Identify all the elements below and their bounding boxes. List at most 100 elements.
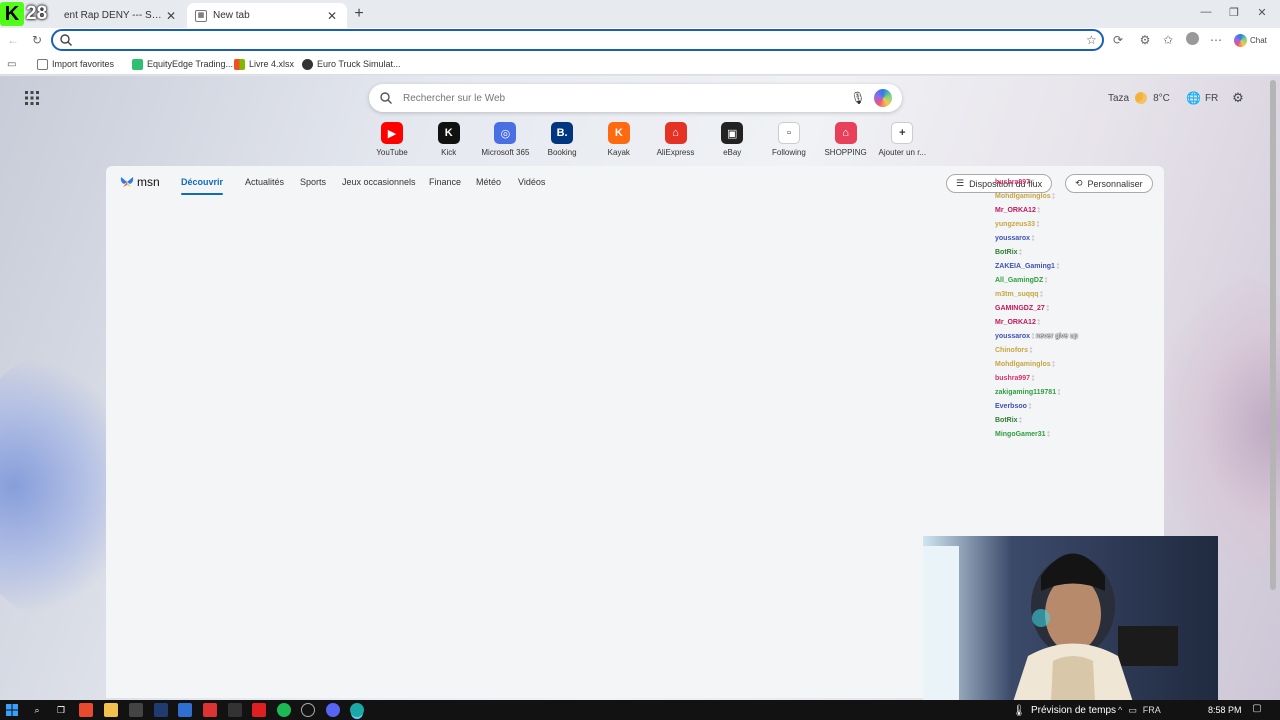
quick-link-following[interactable]: ▫ Following — [763, 122, 815, 162]
copilot-button[interactable]: Chat — [1234, 32, 1267, 48]
web-search-box[interactable]: 🎙 — [369, 84, 902, 112]
msn-tab-sports[interactable]: Sports — [300, 177, 326, 191]
quick-link-kayak[interactable]: K Kayak — [593, 122, 645, 162]
favorite-star-icon[interactable]: ☆ — [1086, 33, 1102, 47]
quick-link-shopping[interactable]: ⌂ SHOPPING — [820, 122, 872, 162]
chevron-up-icon[interactable]: ^ — [1118, 705, 1122, 715]
quick-link-label: SHOPPING — [824, 148, 867, 157]
taskbar-app-icon[interactable] — [79, 703, 93, 717]
extensions-icon[interactable]: ⚙ — [1137, 32, 1153, 48]
back-icon[interactable]: ← — [5, 32, 21, 48]
taskbar-app-icon[interactable] — [252, 703, 266, 717]
weather-widget[interactable]: Taza 8°C — [1108, 90, 1170, 106]
favorite-label: EquityEdge Trading... — [147, 59, 234, 69]
shopping-icon: ⌂ — [834, 122, 857, 144]
task-view-icon[interactable]: ❐ — [54, 703, 68, 717]
chat-username: yungzeus33 — [995, 221, 1036, 228]
favorite-label: Livre 4.xlsx — [249, 59, 295, 69]
minimize-icon[interactable]: — — [1196, 6, 1216, 22]
close-tab-icon[interactable]: ✕ — [164, 9, 178, 23]
new-tab-button[interactable]: + — [350, 5, 368, 23]
windows-start-icon[interactable] — [6, 704, 18, 716]
chat-username: youssarox — [995, 235, 1031, 242]
msn-tab-actualites[interactable]: Actualités — [245, 177, 284, 191]
address-input[interactable] — [79, 34, 1086, 46]
copilot-icon — [1234, 33, 1247, 47]
quick-link-kick[interactable]: K Kick — [423, 122, 475, 162]
tray-app-icon[interactable]: ▭ — [1128, 705, 1137, 716]
globe-icon: 🌐 — [1186, 91, 1201, 105]
system-tray: ^ ▭ FRA — [1118, 703, 1161, 717]
split-screen-icon[interactable]: ⟳ — [1110, 32, 1126, 48]
webcam-overlay — [923, 536, 1218, 702]
scrollbar-thumb[interactable] — [1270, 80, 1276, 590]
chat-username: Mr_ORKA12 — [995, 319, 1036, 326]
taskbar-app-icon[interactable] — [154, 703, 168, 717]
discord-icon[interactable] — [326, 703, 340, 717]
chat-message: bushra997 : — [995, 176, 1280, 190]
refresh-icon[interactable]: ↻ — [29, 32, 45, 48]
chat-message: Mr_ORKA12 : — [995, 316, 1280, 330]
chat-message: BotRix : — [995, 246, 1280, 260]
profile-avatar[interactable] — [1184, 32, 1200, 48]
msn-logo[interactable]: msn — [120, 174, 160, 190]
copilot-icon[interactable] — [874, 89, 892, 107]
quick-link-youtube[interactable]: ▶ YouTube — [366, 122, 418, 162]
tab-streamers[interactable]: ent Rap DENY --- Streamers rea ✕ — [56, 3, 186, 28]
quick-link-booking[interactable]: B. Booking — [536, 122, 588, 162]
language-selector[interactable]: 🌐 FR — [1186, 90, 1218, 106]
taskbar-app-icon[interactable] — [301, 703, 315, 717]
microphone-icon[interactable]: 🎙 — [850, 91, 866, 105]
apps-grid-icon[interactable] — [24, 90, 40, 106]
chat-separator: : — [1035, 207, 1040, 214]
chat-message: Chinofors : — [995, 344, 1280, 358]
brave-icon[interactable] — [203, 703, 217, 717]
chat-username: zakigaming119781 — [995, 389, 1057, 396]
quick-link-microsoft-365[interactable]: ◎ Microsoft 365 — [479, 122, 531, 162]
quick-link-label: Following — [771, 148, 806, 157]
chat-username: m3tm_suqqq — [995, 291, 1039, 298]
file-explorer-icon[interactable] — [104, 703, 118, 717]
tab-new-tab[interactable]: ▦ New tab ✕ — [187, 3, 347, 28]
msn-tab-videos[interactable]: Vidéos — [518, 177, 545, 191]
msn-tab-decouvrir[interactable]: Découvrir — [181, 177, 224, 195]
mail-icon[interactable] — [178, 703, 192, 717]
taskbar-app-icon[interactable] — [228, 703, 242, 717]
edge-icon[interactable] — [350, 703, 364, 717]
favorite-livre[interactable]: Livre 4.xlsx — [234, 57, 294, 71]
notifications-icon[interactable]: ▢ — [1250, 703, 1264, 717]
msn-tab-finance[interactable]: Finance — [429, 177, 461, 191]
favorites-icon[interactable]: ✩ — [1160, 32, 1176, 48]
folder-icon — [37, 58, 48, 70]
more-menu-icon[interactable]: ⋯ — [1208, 32, 1224, 48]
close-tab-icon[interactable]: ✕ — [325, 9, 339, 23]
favorite-euro-truck[interactable]: Euro Truck Simulat... — [302, 57, 401, 71]
close-window-icon[interactable]: ✕ — [1252, 6, 1272, 22]
taskbar-clock[interactable]: 8:58 PM — [1208, 703, 1242, 717]
quick-link-label: eBay — [723, 148, 742, 157]
language-indicator[interactable]: FRA — [1143, 705, 1161, 715]
maximize-icon[interactable]: ❐ — [1224, 6, 1244, 22]
copilot-label: Chat — [1250, 35, 1267, 45]
aliexpress-icon: ⌂ — [664, 122, 687, 144]
taskbar-app-icon[interactable] — [129, 703, 143, 717]
chat-username: All_GamingDZ — [995, 277, 1044, 284]
chat-message: All_GamingDZ : — [995, 274, 1280, 288]
favorite-equityedge[interactable]: EquityEdge Trading... — [132, 57, 233, 71]
msn-tab-jeux-occasionnels[interactable]: Jeux occasionnels — [342, 177, 416, 191]
taskbar-search-icon[interactable]: ⌕ — [30, 703, 44, 717]
taskbar-weather[interactable]: 🌡 Prévision de temps — [1012, 703, 1116, 717]
stream-chat-overlay: bushra997 : Mohdlgaminglos : Mr_ORKA12 :… — [995, 176, 1280, 442]
favorite-import[interactable]: Import favorites — [37, 57, 114, 71]
spotify-icon[interactable] — [277, 703, 291, 717]
chat-username: bushra997 — [995, 179, 1031, 186]
sidebar-toggle-icon[interactable]: ▭ — [7, 57, 16, 71]
msn-tab-meteo[interactable]: Météo — [476, 177, 501, 191]
quick-link-label: Ajouter un r... — [878, 148, 927, 157]
address-bar[interactable]: ☆ — [51, 29, 1104, 51]
quick-link-ajouter-un-r[interactable]: + Ajouter un r... — [876, 122, 928, 162]
settings-gear-icon[interactable]: ⚙ — [1230, 90, 1246, 106]
quick-link-aliexpress[interactable]: ⌂ AliExpress — [650, 122, 702, 162]
quick-link-ebay[interactable]: ▣ eBay — [706, 122, 758, 162]
web-search-input[interactable] — [403, 92, 850, 104]
